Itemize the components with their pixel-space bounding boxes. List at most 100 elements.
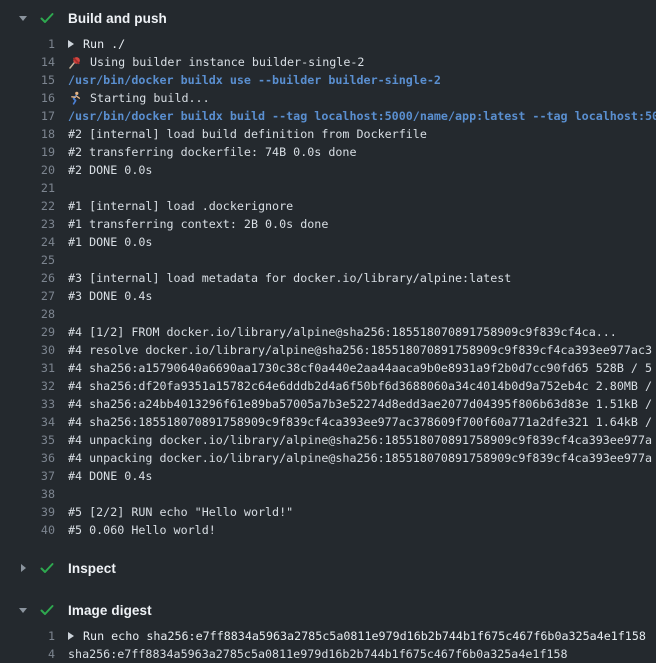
log-line: 1 Run echo sha256:e7ff8834a5963a2785c5a0… — [0, 627, 656, 645]
line-text: #2 DONE 0.0s — [68, 161, 656, 179]
check-icon — [39, 10, 55, 26]
section-header[interactable]: Image digest — [0, 597, 656, 623]
line-number[interactable]: 36 — [0, 449, 55, 467]
line-text-value: #2 [internal] load build definition from… — [68, 125, 427, 143]
line-number[interactable]: 27 — [0, 287, 55, 305]
line-text-value: #4 unpacking docker.io/library/alpine@sh… — [68, 431, 652, 449]
line-text-value: #1 [internal] load .dockerignore — [68, 197, 293, 215]
line-text: #4 DONE 0.4s — [68, 467, 656, 485]
line-text-value: #4 unpacking docker.io/library/alpine@sh… — [68, 449, 652, 467]
line-text: Run echo sha256:e7ff8834a5963a2785c5a081… — [68, 627, 656, 645]
line-text: #4 sha256:df20fa9351a15782c64e6dddb2d4a6… — [68, 377, 656, 395]
line-text: Starting build... — [68, 89, 656, 107]
line-text: Run ./ — [68, 35, 656, 53]
expand-group-icon[interactable] — [68, 632, 74, 640]
log-line: 22 #1 [internal] load .dockerignore — [0, 197, 656, 215]
line-text: /usr/bin/docker buildx build --tag local… — [68, 107, 656, 125]
line-number[interactable]: 21 — [0, 179, 55, 197]
log-line: 27 #3 DONE 0.4s — [0, 287, 656, 305]
log-line: 21 — [0, 179, 656, 197]
line-number[interactable]: 20 — [0, 161, 55, 179]
pushpin-icon — [68, 55, 82, 69]
line-number[interactable]: 16 — [0, 89, 55, 107]
line-text: #1 [internal] load .dockerignore — [68, 197, 656, 215]
line-text-value: #2 transferring dockerfile: 74B 0.0s don… — [68, 143, 357, 161]
section-build-and-push: Build and push 1 Run ./ 14 Using builder… — [0, 5, 656, 539]
line-number[interactable]: 18 — [0, 125, 55, 143]
line-text-value: #4 sha256:df20fa9351a15782c64e6dddb2d4a6… — [68, 377, 652, 395]
line-text-value: #1 DONE 0.0s — [68, 233, 152, 251]
log-line: 1 Run ./ — [0, 35, 656, 53]
line-number[interactable]: 1 — [0, 35, 55, 53]
line-text: #1 transferring context: 2B 0.0s done — [68, 215, 656, 233]
line-text-value: Starting build... — [90, 89, 210, 107]
line-text: #3 [internal] load metadata for docker.i… — [68, 269, 656, 287]
line-text-value: /usr/bin/docker buildx build --tag local… — [68, 107, 656, 125]
log-line: 31 #4 sha256:a15790640a6690aa1730c38cf0a… — [0, 359, 656, 377]
log-line: 34 #4 sha256:185518070891758909c9f839cf4… — [0, 413, 656, 431]
line-number[interactable]: 26 — [0, 269, 55, 287]
line-text-value: #2 DONE 0.0s — [68, 161, 152, 179]
section-title: Image digest — [68, 603, 152, 618]
line-number[interactable]: 24 — [0, 233, 55, 251]
line-text: #5 [2/2] RUN echo "Hello world!" — [68, 503, 656, 521]
line-text: #2 transferring dockerfile: 74B 0.0s don… — [68, 143, 656, 161]
line-number[interactable]: 22 — [0, 197, 55, 215]
line-number[interactable]: 23 — [0, 215, 55, 233]
log-line: 29 #4 [1/2] FROM docker.io/library/alpin… — [0, 323, 656, 341]
line-number[interactable]: 40 — [0, 521, 55, 539]
line-number[interactable]: 15 — [0, 71, 55, 89]
line-number[interactable]: 30 — [0, 341, 55, 359]
chevron-down-icon[interactable] — [16, 16, 30, 21]
line-text: #4 [1/2] FROM docker.io/library/alpine@s… — [68, 323, 656, 341]
line-number[interactable]: 17 — [0, 107, 55, 125]
line-text — [68, 179, 656, 197]
line-number[interactable]: 28 — [0, 305, 55, 323]
line-text — [68, 251, 656, 269]
line-number[interactable]: 35 — [0, 431, 55, 449]
line-number[interactable]: 39 — [0, 503, 55, 521]
section-header[interactable]: Inspect — [0, 555, 656, 581]
line-text-value: Using builder instance builder-single-2 — [90, 53, 364, 71]
line-text: #4 sha256:a15790640a6690aa1730c38cf0a440… — [68, 359, 656, 377]
log-line: 37 #4 DONE 0.4s — [0, 467, 656, 485]
log-line: 33 #4 sha256:a24bb4013296f61e89ba57005a7… — [0, 395, 656, 413]
line-text-value: #1 transferring context: 2B 0.0s done — [68, 215, 328, 233]
line-number[interactable]: 32 — [0, 377, 55, 395]
log-line: 28 — [0, 305, 656, 323]
line-number[interactable]: 38 — [0, 485, 55, 503]
line-number[interactable]: 1 — [0, 627, 55, 645]
chevron-right-icon[interactable] — [16, 564, 30, 572]
line-number[interactable]: 33 — [0, 395, 55, 413]
line-text: #4 sha256:a24bb4013296f61e89ba57005a7b3e… — [68, 395, 656, 413]
log-line: 14 Using builder instance builder-single… — [0, 53, 656, 71]
log-line: 4 sha256:e7ff8834a5963a2785c5a0811e979d1… — [0, 645, 656, 663]
line-text-value: Run echo sha256:e7ff8834a5963a2785c5a081… — [83, 627, 646, 645]
line-text-value: #4 resolve docker.io/library/alpine@sha2… — [68, 341, 652, 359]
line-number[interactable]: 25 — [0, 251, 55, 269]
line-number[interactable]: 34 — [0, 413, 55, 431]
log-line: 39 #5 [2/2] RUN echo "Hello world!" — [0, 503, 656, 521]
line-number[interactable]: 4 — [0, 645, 55, 663]
log-line: 17 /usr/bin/docker buildx build --tag lo… — [0, 107, 656, 125]
line-text-value: #3 DONE 0.4s — [68, 287, 152, 305]
chevron-down-icon[interactable] — [16, 608, 30, 613]
line-text-value: sha256:e7ff8834a5963a2785c5a0811e979d16b… — [68, 645, 568, 663]
line-text — [68, 485, 656, 503]
line-number[interactable]: 31 — [0, 359, 55, 377]
section-header[interactable]: Build and push — [0, 5, 656, 31]
section-image-digest: Image digest 1 Run echo sha256:e7ff8834a… — [0, 597, 656, 663]
workflow-log: Build and push 1 Run ./ 14 Using builder… — [0, 0, 656, 663]
log-line: 18 #2 [internal] load build definition f… — [0, 125, 656, 143]
expand-group-icon[interactable] — [68, 40, 74, 48]
line-text: #4 resolve docker.io/library/alpine@sha2… — [68, 341, 656, 359]
line-number[interactable]: 19 — [0, 143, 55, 161]
line-text: #4 sha256:185518070891758909c9f839cf4ca3… — [68, 413, 656, 431]
line-number[interactable]: 37 — [0, 467, 55, 485]
line-number[interactable]: 29 — [0, 323, 55, 341]
section-title: Build and push — [68, 11, 167, 26]
line-text: sha256:e7ff8834a5963a2785c5a0811e979d16b… — [68, 645, 656, 663]
log-line: 24 #1 DONE 0.0s — [0, 233, 656, 251]
line-text: #3 DONE 0.4s — [68, 287, 656, 305]
line-number[interactable]: 14 — [0, 53, 55, 71]
